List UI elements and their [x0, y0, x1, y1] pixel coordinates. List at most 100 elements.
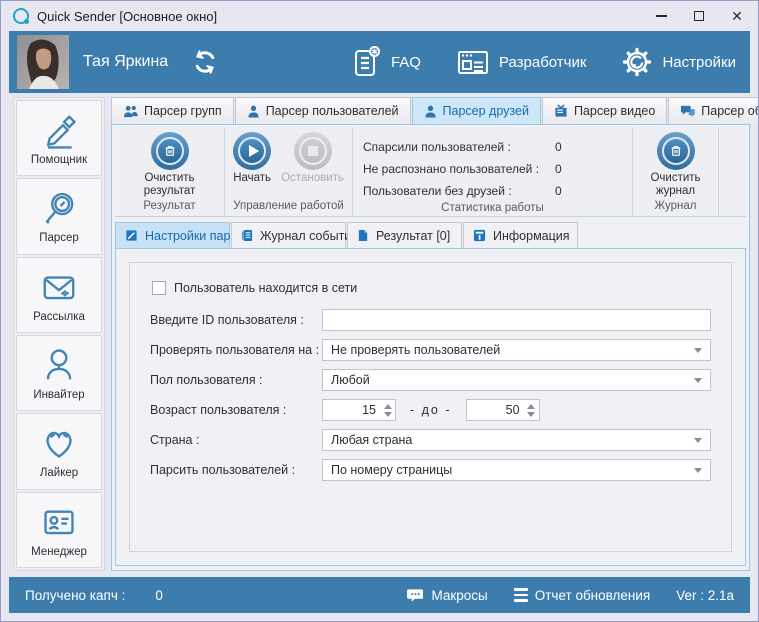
captcha-label: Получено капч :	[25, 588, 125, 603]
ribbon-caption-journal: Журнал	[637, 198, 714, 216]
nav-developer-label: Разработчик	[499, 54, 586, 71]
tab-information[interactable]: Информация	[463, 222, 578, 248]
user-id-input[interactable]	[322, 309, 711, 331]
pencil-icon	[39, 110, 79, 150]
spin-up-icon[interactable]	[384, 404, 392, 409]
clear-journal-label: Очистить журнал	[637, 172, 714, 198]
tab-result[interactable]: Результат [0]	[347, 222, 462, 248]
parser-settings-icon	[125, 229, 138, 242]
inner-tab-label: Результат [0]	[376, 229, 450, 243]
close-button[interactable]: ✕	[722, 4, 752, 28]
tab-parser-settings[interactable]: Настройки парсера	[115, 222, 230, 248]
update-report-button[interactable]: Отчет обновления	[514, 588, 650, 603]
stat-unrecognized-users: Не распознано пользователей : 0	[363, 160, 628, 178]
macros-button[interactable]: Макросы	[407, 588, 487, 603]
age-from-stepper[interactable]: 15	[322, 399, 396, 421]
user-icon	[247, 105, 260, 118]
spin-down-icon[interactable]	[527, 412, 535, 417]
dropdown-value: Не проверять пользователей	[331, 343, 500, 357]
ribbon-caption-result: Результат	[119, 198, 220, 216]
version-label: Ver : 2.1a	[676, 588, 734, 603]
nav-settings[interactable]: Настройки	[620, 45, 736, 79]
tab-label: Парсер групп	[144, 104, 222, 118]
sync-icon[interactable]	[190, 47, 220, 77]
tab-parser-video[interactable]: Парсер видео	[542, 97, 667, 124]
tab-page-friends: Очистить результат Результат Начать	[111, 124, 750, 571]
sidebar-item-assistant[interactable]: Помощник	[16, 100, 102, 176]
age-to-value: 50	[467, 400, 524, 420]
users-icon	[123, 105, 138, 118]
trash-icon	[156, 137, 184, 165]
mail-icon	[39, 267, 79, 307]
country-dropdown[interactable]: Любая страна	[322, 429, 711, 451]
tab-parser-groups[interactable]: Парсер групп	[111, 97, 234, 124]
gender-dropdown[interactable]: Любой	[322, 369, 711, 391]
stat-value: 0	[555, 184, 595, 198]
spin-down-icon[interactable]	[384, 412, 392, 417]
age-separator: - до -	[410, 403, 452, 417]
captcha-value: 0	[155, 588, 163, 603]
stat-value: 0	[555, 140, 595, 154]
tab-parser-discussions[interactable]: Парсер обсужд	[668, 97, 759, 124]
doc-icon	[357, 229, 369, 242]
spin-up-icon[interactable]	[527, 404, 535, 409]
inner-tab-label: Информация	[493, 229, 570, 243]
main-tab-bar: Парсер групп Парсер пользователей	[111, 97, 750, 124]
start-label: Начать	[233, 172, 271, 185]
tab-parser-users[interactable]: Парсер пользователей	[235, 97, 411, 124]
age-to-stepper[interactable]: 50	[466, 399, 540, 421]
ribbon-toolbar: Очистить результат Результат Начать	[115, 127, 746, 217]
nav-developer[interactable]: Разработчик	[455, 47, 586, 77]
inner-tab-label: Журнал событий	[260, 229, 358, 243]
sidebar-item-label: Инвайтер	[33, 389, 84, 401]
app-logo-icon	[13, 8, 29, 24]
chevron-down-icon	[694, 468, 702, 473]
clear-result-label: Очистить результат	[119, 172, 220, 198]
online-checkbox[interactable]	[152, 281, 166, 295]
tab-event-log[interactable]: Журнал событий	[231, 222, 346, 248]
clear-journal-button[interactable]: Очистить журнал	[637, 132, 714, 198]
sidebar-item-manager[interactable]: Менеджер	[16, 492, 102, 568]
sidebar-item-liker[interactable]: Лайкер	[16, 413, 102, 489]
age-from-value: 15	[323, 400, 380, 420]
chat-icon	[680, 105, 695, 118]
minimize-button[interactable]	[646, 4, 676, 28]
stop-icon	[299, 137, 327, 165]
nav-faq-label: FAQ	[391, 54, 421, 71]
sidebar-item-parser[interactable]: Парсер	[16, 178, 102, 254]
nav-faq[interactable]: ✱ FAQ	[351, 45, 421, 79]
parse-field-label: Парсить пользователей :	[150, 463, 322, 477]
play-icon	[238, 137, 266, 165]
gender-field-label: Пол пользователя :	[150, 373, 322, 387]
maximize-button[interactable]	[684, 4, 714, 28]
tab-label: Парсер обсужд	[701, 104, 759, 118]
check-user-dropdown[interactable]: Не проверять пользователей	[322, 339, 711, 361]
heart-icon	[39, 423, 79, 463]
tab-label: Парсер видео	[574, 104, 655, 118]
clear-result-button[interactable]: Очистить результат	[119, 132, 220, 198]
stop-button[interactable]: Остановить	[281, 132, 344, 198]
sidebar-item-label: Парсер	[39, 232, 79, 244]
minimize-icon	[656, 15, 667, 17]
sidebar-item-mailing[interactable]: Рассылка	[16, 257, 102, 333]
tab-parser-friends[interactable]: Парсер друзей	[412, 97, 541, 124]
sidebar-item-inviter[interactable]: Инвайтер	[16, 335, 102, 411]
dropdown-value: По номеру страницы	[331, 463, 452, 477]
developer-icon	[455, 47, 491, 77]
maximize-icon	[694, 11, 704, 21]
stat-parsed-users: Спарсили пользователей : 0	[363, 138, 628, 156]
stat-label: Пользователи без друзей :	[363, 184, 555, 198]
id-field-label: Введите ID пользователя :	[150, 313, 322, 327]
check-field-label: Проверять пользователя на :	[150, 343, 322, 357]
start-button[interactable]: Начать	[233, 132, 271, 198]
title-bar: Quick Sender [Основное окно] ✕	[1, 1, 758, 31]
menu-icon	[514, 588, 528, 602]
parser-settings-panel: Пользователь находится в сети Введите ID…	[115, 248, 746, 566]
avatar[interactable]	[17, 35, 69, 89]
sidebar-item-label: Рассылка	[33, 311, 85, 323]
update-report-label: Отчет обновления	[535, 588, 650, 603]
status-bar: Получено капч : 0 Макросы Отчет обновлен…	[9, 577, 750, 613]
parse-users-dropdown[interactable]: По номеру страницы	[322, 459, 711, 481]
faq-icon: ✱	[351, 45, 383, 79]
age-field-label: Возраст пользователя :	[150, 403, 322, 417]
